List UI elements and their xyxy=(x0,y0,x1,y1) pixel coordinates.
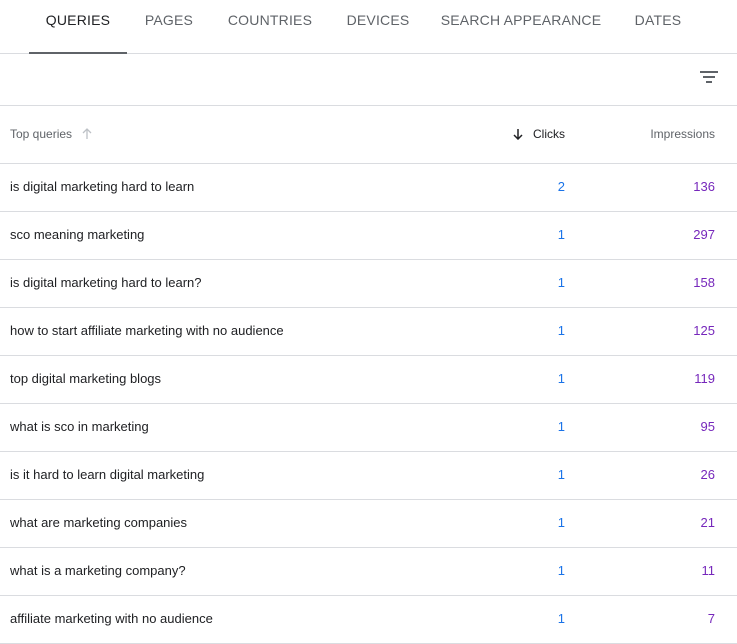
table-row[interactable]: is digital marketing hard to learn 2 136 xyxy=(0,164,737,212)
tab-countries-label: COUNTRIES xyxy=(227,12,313,28)
impressions-cell: 7 xyxy=(707,611,715,626)
tab-countries[interactable]: COUNTRIES xyxy=(217,0,323,53)
query-cell: is digital marketing hard to learn? xyxy=(10,275,202,290)
tab-pages-label: PAGES xyxy=(144,12,194,28)
tab-devices[interactable]: DEVICES xyxy=(335,0,421,53)
impressions-cell: 11 xyxy=(701,563,716,578)
query-cell: what is a marketing company? xyxy=(10,563,186,578)
clicks-cell: 1 xyxy=(557,419,565,434)
queries-table-body: is digital marketing hard to learn 2 136… xyxy=(0,164,737,644)
table-row[interactable]: how to start affiliate marketing with no… xyxy=(0,308,737,356)
tab-search-appearance-label: SEARCH APPEARANCE xyxy=(440,12,602,28)
query-cell: is it hard to learn digital marketing xyxy=(10,467,205,482)
table-toolbar xyxy=(0,54,737,106)
query-cell: top digital marketing blogs xyxy=(10,371,162,386)
column-header-impressions-label: Impressions xyxy=(650,127,715,141)
table-row[interactable]: is digital marketing hard to learn? 1 15… xyxy=(0,260,737,308)
clicks-cell: 1 xyxy=(557,227,565,242)
tab-devices-label: DEVICES xyxy=(346,12,410,28)
clicks-cell: 1 xyxy=(557,515,565,530)
impressions-cell: 26 xyxy=(700,467,715,482)
filter-rows-button[interactable] xyxy=(694,64,724,94)
clicks-cell: 1 xyxy=(557,275,565,290)
column-header-clicks[interactable]: Clicks xyxy=(512,106,565,163)
query-cell: sco meaning marketing xyxy=(10,227,145,242)
tab-pages[interactable]: PAGES xyxy=(131,0,207,53)
column-header-impressions[interactable]: Impressions xyxy=(650,106,715,163)
query-cell: how to start affiliate marketing with no… xyxy=(10,323,284,338)
table-row[interactable]: affiliate marketing with no audience 1 7 xyxy=(0,596,737,644)
clicks-cell: 2 xyxy=(557,179,565,194)
column-header-queries[interactable]: Top queries xyxy=(10,106,93,163)
clicks-cell: 1 xyxy=(557,563,565,578)
impressions-cell: 158 xyxy=(693,275,715,290)
arrow-down-icon xyxy=(513,128,523,140)
arrow-up-icon xyxy=(82,127,92,139)
query-cell: what is sco in marketing xyxy=(10,419,149,434)
impressions-cell: 136 xyxy=(693,179,715,194)
table-row[interactable]: is it hard to learn digital marketing 1 … xyxy=(0,452,737,500)
tab-search-appearance[interactable]: SEARCH APPEARANCE xyxy=(433,0,609,53)
clicks-cell: 1 xyxy=(557,323,565,338)
clicks-cell: 1 xyxy=(557,611,565,626)
query-cell: is digital marketing hard to learn xyxy=(10,179,195,194)
clicks-cell: 1 xyxy=(557,467,565,482)
impressions-cell: 119 xyxy=(694,371,715,386)
filter-icon xyxy=(700,71,718,83)
impressions-cell: 297 xyxy=(693,227,715,242)
table-row[interactable]: sco meaning marketing 1 297 xyxy=(0,212,737,260)
report-tabs: QUERIES PAGES COUNTRIES DEVICES SEARCH A… xyxy=(0,0,737,54)
tab-queries-label: QUERIES xyxy=(45,12,111,28)
table-row[interactable]: what is sco in marketing 1 95 xyxy=(0,404,737,452)
tab-dates-label: DATES xyxy=(634,12,682,28)
column-header-queries-label: Top queries xyxy=(10,127,73,141)
tab-dates[interactable]: DATES xyxy=(623,0,693,53)
query-cell: what are marketing companies xyxy=(10,515,188,530)
table-row[interactable]: what is a marketing company? 1 11 xyxy=(0,548,737,596)
query-cell: affiliate marketing with no audience xyxy=(10,611,213,626)
tab-queries[interactable]: QUERIES xyxy=(29,0,127,54)
table-row[interactable]: top digital marketing blogs 1 119 xyxy=(0,356,737,404)
impressions-cell: 21 xyxy=(700,515,715,530)
impressions-cell: 125 xyxy=(693,323,715,338)
table-header: Top queries Clicks Impressions xyxy=(0,106,737,164)
impressions-cell: 95 xyxy=(700,419,715,434)
clicks-cell: 1 xyxy=(557,371,565,386)
table-row[interactable]: what are marketing companies 1 21 xyxy=(0,500,737,548)
column-header-clicks-label: Clicks xyxy=(533,127,565,141)
